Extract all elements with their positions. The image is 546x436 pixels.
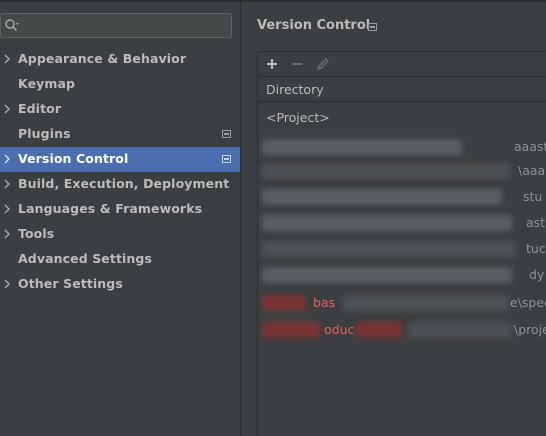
search-icon (5, 19, 19, 31)
sidebar-item-label: Languages & Frameworks (18, 201, 203, 216)
sidebar-item-label: Plugins (18, 126, 71, 141)
column-header-directory[interactable]: Directory (258, 77, 546, 102)
redacted-path (262, 322, 320, 338)
directory-cell: <Project> (266, 110, 330, 125)
redacted-path (262, 267, 512, 283)
redacted-path (262, 139, 462, 155)
redacted-path (342, 295, 510, 311)
sidebar-item-label: Keymap (18, 76, 76, 91)
sidebar-item-appearance-behavior[interactable]: Appearance & Behavior (0, 47, 240, 72)
sidebar-item-plugins[interactable]: Plugins (0, 122, 240, 147)
sidebar-item-label: Tools (18, 226, 55, 241)
table-row[interactable]: tuc (258, 237, 546, 261)
redacted-path (356, 322, 402, 338)
table-row[interactable]: bas e\spee (258, 291, 546, 315)
table-row[interactable]: <Project> (258, 106, 546, 130)
settings-search-box[interactable] (0, 13, 232, 38)
project-settings-icon (222, 130, 231, 138)
chevron-right-icon[interactable] (3, 229, 11, 239)
directory-cell-fragment: \proje (514, 322, 546, 337)
directory-cell-fragment: stu (523, 189, 543, 204)
settings-content-panel: Version Control Directory <Project> aaas… (241, 2, 546, 436)
sidebar-item-build-execution-deployment[interactable]: Build, Execution, Deployment (0, 172, 240, 197)
directory-cell-fragment: e\spee (510, 295, 546, 310)
chevron-right-icon[interactable] (3, 204, 11, 214)
redacted-path (408, 322, 512, 338)
sidebar-item-advanced-settings[interactable]: Advanced Settings (0, 247, 240, 272)
chevron-right-icon[interactable] (3, 104, 11, 114)
table-row[interactable]: aaast (258, 135, 546, 159)
column-header-label: Directory (266, 82, 324, 97)
settings-sidebar: Appearance & Behavior Keymap Editor Plug… (0, 2, 240, 436)
sidebar-item-label: Other Settings (18, 276, 123, 291)
redacted-path (262, 189, 502, 205)
table-row[interactable]: oduc \proje (258, 318, 546, 342)
minus-icon[interactable] (289, 56, 305, 72)
directory-cell-fragment: dy (529, 267, 545, 282)
mappings-toolbar (257, 51, 546, 76)
chevron-right-icon[interactable] (3, 179, 11, 189)
directory-cell-fragment: bas (313, 295, 336, 310)
sidebar-item-editor[interactable]: Editor (0, 97, 240, 122)
sidebar-item-keymap[interactable]: Keymap (0, 72, 240, 97)
redacted-path (262, 295, 306, 311)
settings-tree: Appearance & Behavior Keymap Editor Plug… (0, 47, 240, 297)
sidebar-item-label: Editor (18, 101, 62, 116)
redacted-path (262, 241, 516, 257)
chevron-right-icon[interactable] (3, 154, 11, 164)
plus-icon[interactable] (264, 56, 280, 72)
project-settings-icon (222, 155, 231, 163)
project-settings-icon (368, 23, 377, 31)
chevron-right-icon[interactable] (3, 54, 11, 64)
sidebar-item-other-settings[interactable]: Other Settings (0, 272, 240, 297)
sidebar-item-label: Advanced Settings (18, 251, 152, 266)
directory-mappings-table[interactable]: Directory <Project> aaast \aaa stu ast t… (257, 76, 546, 436)
sidebar-item-label: Build, Execution, Deployment (18, 176, 230, 191)
sidebar-item-languages-frameworks[interactable]: Languages & Frameworks (0, 197, 240, 222)
pencil-icon[interactable] (315, 56, 331, 72)
directory-cell-fragment: oduc (324, 322, 355, 337)
sidebar-item-label: Appearance & Behavior (18, 51, 187, 66)
sidebar-item-tools[interactable]: Tools (0, 222, 240, 247)
table-row[interactable]: ast (258, 211, 546, 235)
chevron-right-icon[interactable] (3, 279, 11, 289)
page-title: Version Control (257, 18, 371, 33)
table-row[interactable]: \aaa (258, 159, 546, 183)
table-row[interactable]: stu (258, 185, 546, 209)
directory-cell-fragment: ast (526, 215, 546, 230)
sidebar-item-label: Version Control (18, 151, 129, 166)
search-input[interactable] (21, 16, 226, 35)
table-row[interactable]: dy (258, 263, 546, 287)
redacted-path (262, 163, 510, 179)
directory-cell-fragment: \aaa (518, 163, 546, 178)
sidebar-item-version-control[interactable]: Version Control (0, 147, 240, 172)
directory-cell-fragment: tuc (526, 241, 546, 256)
redacted-path (262, 215, 512, 231)
directory-cell-fragment: aaast (514, 139, 546, 154)
